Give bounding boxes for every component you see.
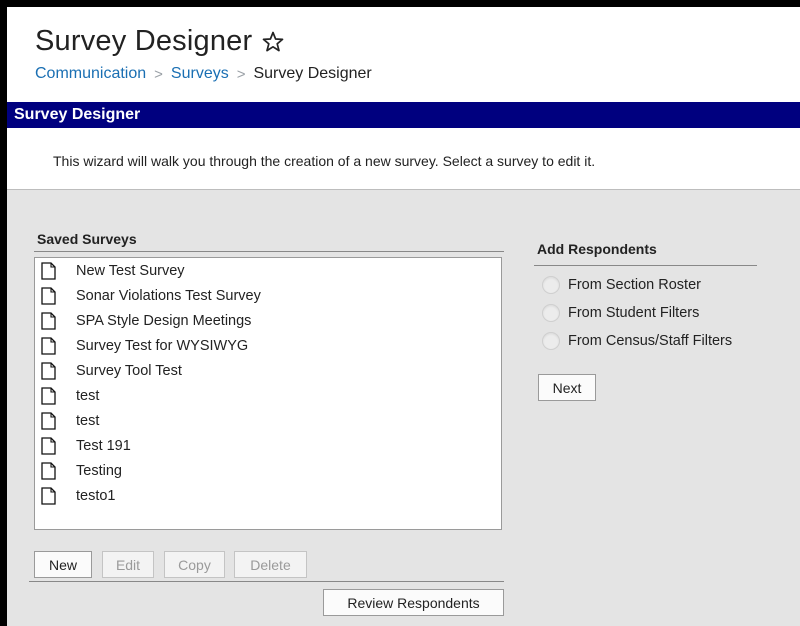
list-item[interactable]: test: [35, 383, 501, 408]
delete-button[interactable]: Delete: [234, 551, 307, 578]
list-item[interactable]: test: [35, 408, 501, 433]
radio-button[interactable]: [542, 332, 560, 350]
document-icon: [41, 286, 56, 305]
list-item[interactable]: Survey Test for WYSIWYG: [35, 333, 501, 358]
list-item[interactable]: Testing: [35, 458, 501, 483]
survey-name: Testing: [76, 462, 122, 479]
radio-label: From Student Filters: [568, 305, 700, 321]
breadcrumb-surveys[interactable]: Surveys: [171, 65, 229, 83]
saved-surveys-divider: [34, 251, 504, 252]
list-item[interactable]: Survey Tool Test: [35, 358, 501, 383]
breadcrumb-separator: >: [236, 65, 246, 83]
list-item[interactable]: Sonar Violations Test Survey: [35, 283, 501, 308]
survey-name: Sonar Violations Test Survey: [76, 287, 261, 304]
add-respondents-divider: [534, 265, 757, 266]
radio-census-staff-filters[interactable]: From Census/Staff Filters: [542, 332, 732, 350]
document-icon: [41, 361, 56, 380]
radio-label: From Section Roster: [568, 277, 701, 293]
buttons-divider: [29, 581, 504, 582]
app-frame: Survey Designer Communication > Surveys …: [7, 7, 800, 626]
wizard-body: Saved Surveys New Test Survey Sonar Viola…: [7, 190, 800, 626]
survey-name: Survey Test for WYSIWYG: [76, 337, 249, 354]
breadcrumb: Communication > Surveys > Survey Designe…: [35, 65, 372, 83]
radio-label: From Census/Staff Filters: [568, 333, 733, 349]
new-button[interactable]: New: [34, 551, 92, 578]
title-row: Survey Designer: [35, 25, 285, 58]
add-respondents-title: Add Respondents: [537, 241, 657, 257]
star-icon[interactable]: [261, 30, 285, 54]
radio-section-roster[interactable]: From Section Roster: [542, 276, 701, 294]
document-icon: [41, 386, 56, 405]
survey-name: Survey Tool Test: [76, 362, 182, 379]
radio-button[interactable]: [542, 276, 560, 294]
intro-text: This wizard will walk you through the cr…: [53, 153, 596, 169]
document-icon: [41, 461, 56, 480]
document-icon: [41, 336, 56, 355]
list-item[interactable]: New Test Survey: [35, 258, 501, 283]
intro-panel: This wizard will walk you through the cr…: [7, 128, 800, 190]
next-button[interactable]: Next: [538, 374, 596, 401]
list-item[interactable]: Test 191: [35, 433, 501, 458]
review-respondents-button[interactable]: Review Respondents: [323, 589, 504, 616]
page-title: Survey Designer: [35, 25, 253, 57]
survey-name: SPA Style Design Meetings: [76, 312, 252, 329]
document-icon: [41, 411, 56, 430]
survey-name: New Test Survey: [76, 262, 185, 279]
radio-student-filters[interactable]: From Student Filters: [542, 304, 699, 322]
section-banner: Survey Designer: [7, 102, 800, 128]
survey-name: test: [76, 412, 100, 429]
document-icon: [41, 436, 56, 455]
document-icon: [41, 261, 56, 280]
saved-surveys-title: Saved Surveys: [37, 231, 137, 247]
survey-name: Test 191: [76, 437, 131, 454]
list-item[interactable]: testo1: [35, 483, 501, 508]
saved-surveys-list[interactable]: New Test Survey Sonar Violations Test Sur…: [34, 257, 502, 530]
edit-button[interactable]: Edit: [102, 551, 154, 578]
radio-button[interactable]: [542, 304, 560, 322]
document-icon: [41, 486, 56, 505]
survey-name: test: [76, 387, 100, 404]
copy-button[interactable]: Copy: [164, 551, 225, 578]
survey-name: testo1: [76, 487, 116, 504]
document-icon: [41, 311, 56, 330]
list-item[interactable]: SPA Style Design Meetings: [35, 308, 501, 333]
breadcrumb-communication[interactable]: Communication: [35, 65, 146, 83]
breadcrumb-current: Survey Designer: [253, 65, 372, 82]
breadcrumb-separator: >: [154, 65, 163, 83]
page-header: Survey Designer Communication > Surveys …: [7, 7, 800, 97]
